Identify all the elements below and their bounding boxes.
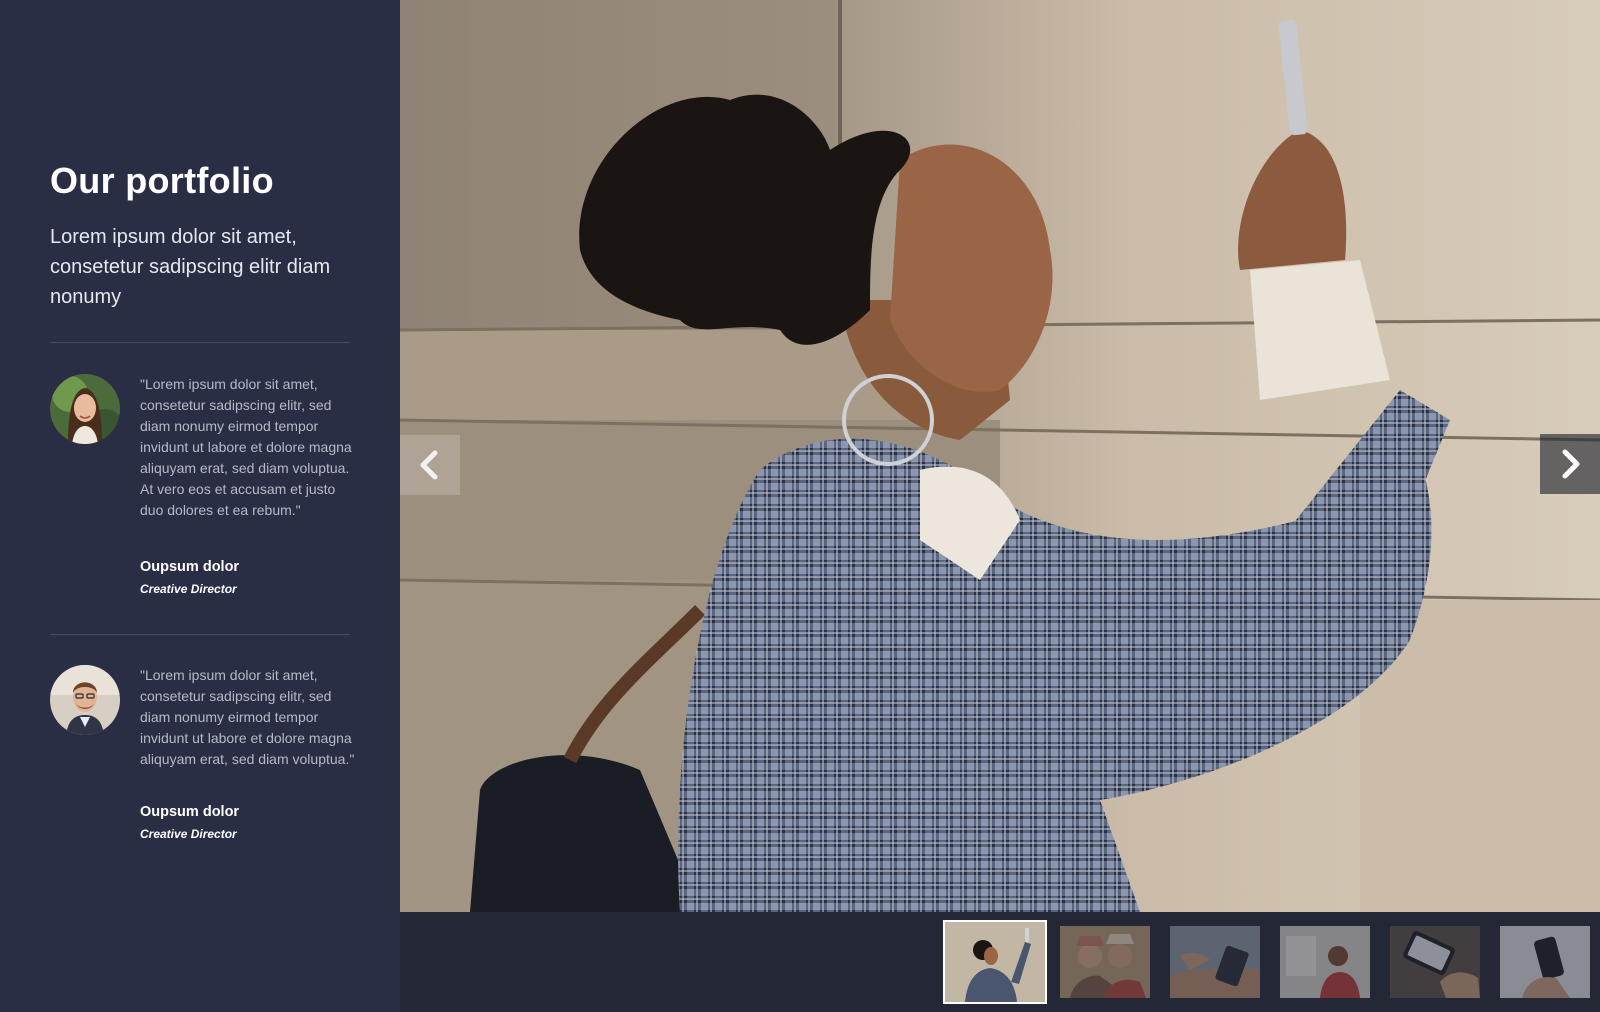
testimonial-card: "Lorem ipsum dolor sit amet, consetetur …: [50, 374, 352, 604]
thumbnail-2[interactable]: [1060, 926, 1150, 998]
prev-slide-button[interactable]: [400, 435, 460, 495]
chevron-left-icon: [420, 450, 438, 480]
testimonial-quote: "Lorem ipsum dolor sit amet, consetetur …: [140, 667, 355, 767]
avatar: [50, 374, 120, 444]
thumbnail-hands-phone: [1170, 926, 1260, 998]
sidebar: Our portfolio Lorem ipsum dolor sit amet…: [0, 0, 400, 1012]
testimonial-quote: "Lorem ipsum dolor sit amet, consetetur …: [140, 376, 352, 518]
author-role: Creative Director: [140, 582, 237, 596]
thumbnail-phone-in-hand: [1390, 926, 1480, 998]
thumbnail-6[interactable]: [1500, 926, 1590, 998]
thumbnail-people-outdoors: [1060, 926, 1150, 998]
chevron-right-icon: [1562, 449, 1580, 479]
divider: [50, 634, 350, 635]
woman-avatar-icon: [50, 374, 120, 444]
avatar: [50, 665, 120, 735]
page-title: Our portfolio: [50, 160, 274, 201]
author-role: Creative Director: [140, 827, 237, 841]
thumbnail-3[interactable]: [1170, 926, 1260, 998]
author-name: Oupsum dolor: [140, 804, 240, 820]
main-gallery-image: [400, 0, 1600, 912]
next-slide-button[interactable]: [1540, 434, 1600, 494]
portfolio-page: Our portfolio Lorem ipsum dolor sit amet…: [0, 0, 1600, 1012]
thumbnail-strip: [400, 912, 1600, 1012]
thumbnail-1[interactable]: [943, 920, 1047, 1004]
photo-woman-taking-picture: [400, 0, 1600, 912]
author-name: Oupsum dolor: [140, 559, 240, 575]
page-subtitle: Lorem ipsum dolor sit amet, consetetur s…: [50, 226, 331, 308]
thumbnail-woman-desk: [1280, 926, 1370, 998]
thumbnail-5[interactable]: [1390, 926, 1480, 998]
thumbnail-smartphone: [1500, 926, 1590, 998]
thumbnail-woman-phone: [945, 922, 1045, 1002]
thumbnail-4[interactable]: [1280, 926, 1370, 998]
testimonial-card: "Lorem ipsum dolor sit amet, consetetur …: [50, 665, 354, 855]
divider: [50, 342, 350, 343]
man-avatar-icon: [50, 665, 120, 735]
